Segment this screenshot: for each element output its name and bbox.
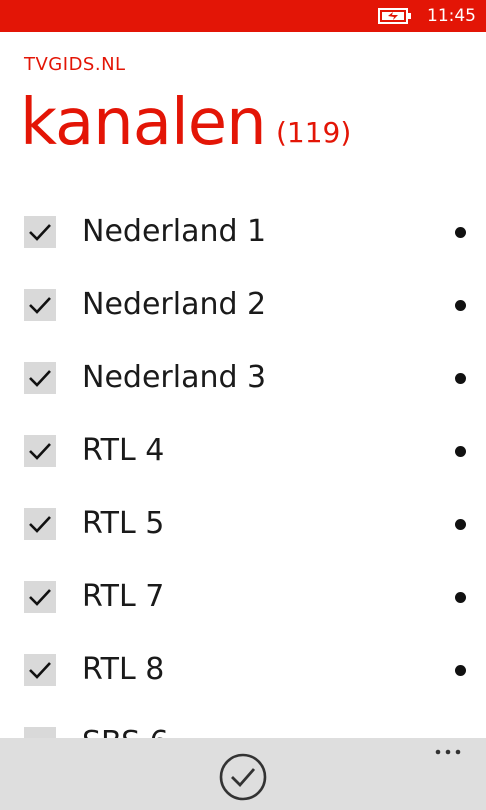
- channel-label: RTL 8: [82, 652, 165, 687]
- dot-icon: [455, 519, 466, 530]
- check-icon: [29, 443, 51, 460]
- channel-label: RTL 5: [82, 506, 165, 541]
- channel-label: Nederland 3: [82, 360, 267, 395]
- channel-checkbox[interactable]: [24, 654, 56, 686]
- status-clock: 11:45: [427, 6, 476, 26]
- channel-row[interactable]: RTL 4: [0, 415, 486, 488]
- channel-checkbox[interactable]: [24, 216, 56, 248]
- channel-label: Nederland 1: [82, 214, 267, 249]
- dot-icon: [455, 300, 466, 311]
- channel-label: Nederland 2: [82, 287, 267, 322]
- channel-checkbox[interactable]: [24, 289, 56, 321]
- dot-icon: [455, 592, 466, 603]
- check-circle-icon[interactable]: [218, 752, 268, 802]
- check-icon: [29, 224, 51, 241]
- ellipsis-icon[interactable]: [430, 740, 470, 760]
- app-name: TVGIDS.NL: [24, 54, 126, 75]
- channel-label: RTL 7: [82, 579, 165, 614]
- dot-icon: [455, 227, 466, 238]
- check-icon: [29, 589, 51, 606]
- dot-icon: [455, 665, 466, 676]
- dot-icon: [455, 373, 466, 384]
- channel-row[interactable]: RTL 7: [0, 561, 486, 634]
- battery-charging-icon: [378, 8, 411, 24]
- channel-checkbox[interactable]: [24, 508, 56, 540]
- check-icon: [29, 662, 51, 679]
- check-icon: [29, 370, 51, 387]
- channel-checkbox[interactable]: [24, 581, 56, 613]
- channel-checkbox[interactable]: [24, 362, 56, 394]
- status-bar: 11:45: [0, 0, 486, 32]
- channel-row[interactable]: RTL 8: [0, 634, 486, 707]
- channel-row[interactable]: Nederland 2: [0, 269, 486, 342]
- channel-count: (119): [276, 116, 352, 149]
- page-title: kanalen: [20, 86, 267, 160]
- channel-label: RTL 4: [82, 433, 165, 468]
- dot-icon: [455, 446, 466, 457]
- check-icon: [29, 297, 51, 314]
- channel-row[interactable]: Nederland 1: [0, 196, 486, 269]
- channel-checkbox[interactable]: [24, 435, 56, 467]
- app-bar: [0, 738, 486, 810]
- channel-row[interactable]: RTL 5: [0, 488, 486, 561]
- check-icon: [29, 516, 51, 533]
- channel-row[interactable]: Nederland 3: [0, 342, 486, 415]
